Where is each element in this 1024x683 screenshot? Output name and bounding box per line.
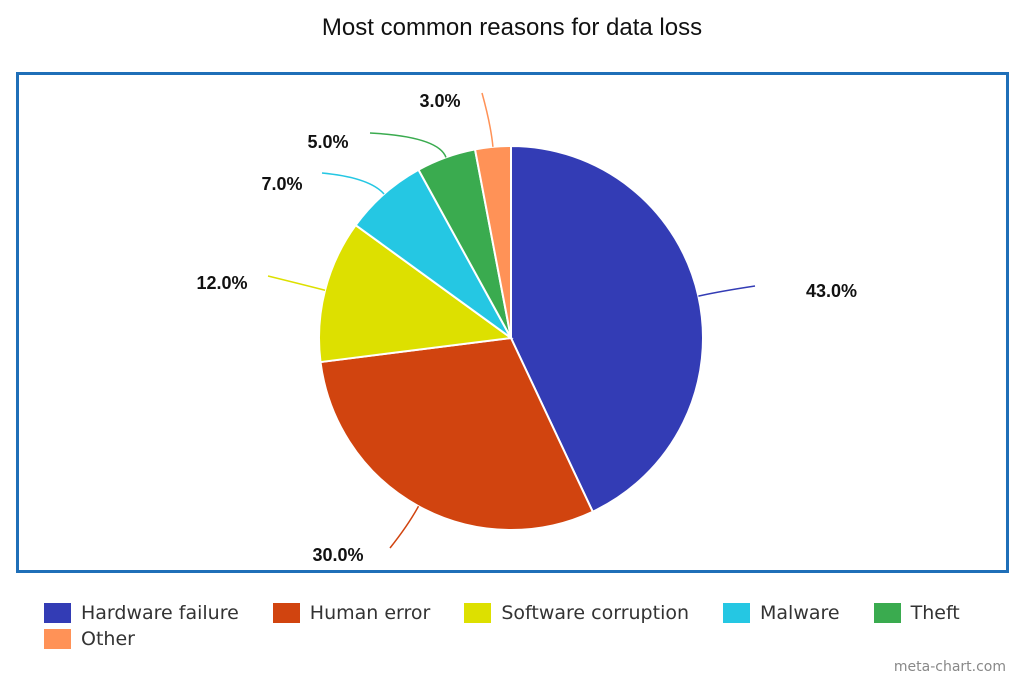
legend-label: Software corruption (501, 602, 690, 624)
data-label-malware: 7.0% (261, 174, 302, 194)
legend-item-software-corruption[interactable]: Software corruption (464, 602, 689, 624)
data-label-hardware-failure: 43.0% (806, 281, 857, 301)
legend-item-theft[interactable]: Theft (873, 602, 960, 624)
legend-swatch (44, 629, 71, 649)
legend-label: Other (81, 628, 135, 650)
legend-swatch (723, 603, 751, 623)
legend-label: Theft (910, 602, 960, 624)
data-label-human-error: 30.0% (312, 545, 363, 565)
legend-item-human-error[interactable]: Human error (272, 602, 431, 624)
leader-line-theft (369, 132, 447, 158)
data-label-theft: 5.0% (307, 132, 348, 152)
leader-line-malware (321, 172, 385, 195)
leader-line-software-corruption (267, 275, 326, 291)
legend-swatch (464, 603, 492, 623)
legend-row-2: Other (44, 626, 1004, 652)
legend-swatch (873, 603, 901, 623)
pie-chart: 43.0% 30.0% 12.0% 7.0% 5.0% 3.0% (196, 91, 857, 565)
legend-row-1: Hardware failure Human error Software co… (44, 600, 1004, 626)
data-label-software-corruption: 12.0% (196, 273, 247, 293)
leader-line-human-error (389, 505, 420, 549)
legend-label: Hardware failure (81, 602, 239, 624)
leader-line-hardware-failure (698, 285, 756, 297)
leader-line-other (481, 92, 494, 147)
legend-label: Human error (309, 602, 431, 624)
legend-label: Malware (760, 602, 840, 624)
legend-swatch (272, 603, 300, 623)
legend: Hardware failure Human error Software co… (44, 600, 1004, 652)
legend-swatch (44, 603, 71, 623)
legend-item-hardware-failure[interactable]: Hardware failure (44, 602, 239, 624)
credit-link[interactable]: meta-chart.com (894, 659, 1006, 675)
legend-item-malware[interactable]: Malware (723, 602, 840, 624)
legend-item-other[interactable]: Other (44, 628, 135, 650)
data-label-other: 3.0% (419, 91, 460, 111)
